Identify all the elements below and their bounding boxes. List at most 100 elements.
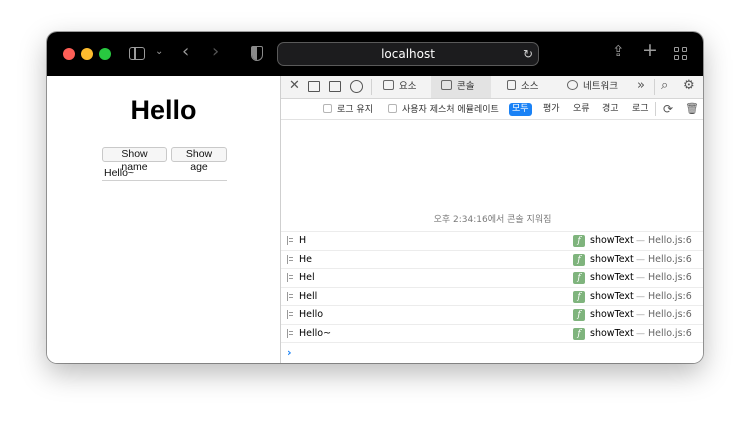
divider <box>654 79 655 95</box>
back-button[interactable]: ‹ <box>182 43 189 61</box>
new-tab-button[interactable]: + <box>642 41 658 60</box>
log-function-name[interactable]: showText <box>590 235 634 247</box>
console-log-row[interactable]: Hell f showText — Hello.js:6 <box>281 286 703 306</box>
log-message: He <box>299 253 312 265</box>
clear-console-cycle-icon[interactable]: ⟳ <box>663 102 673 116</box>
show-age-button[interactable]: Show age <box>171 147 227 173</box>
log-source-link[interactable]: Hello.js:6 <box>648 235 692 247</box>
console-log-row[interactable]: Hello f showText — Hello.js:6 <box>281 305 703 324</box>
elements-icon <box>383 80 394 90</box>
close-window-button[interactable] <box>63 48 75 60</box>
log-level-icon <box>287 291 293 301</box>
console-log-row-bottom-border <box>281 342 703 343</box>
log-message: Hello~ <box>299 327 332 339</box>
function-icon: f <box>573 253 585 266</box>
console-prompt-icon[interactable]: › <box>287 347 292 359</box>
tab-sources-label: 소스 <box>521 81 539 92</box>
chevron-down-icon[interactable]: ⌄ <box>155 47 163 57</box>
dock-bottom-icon[interactable] <box>308 81 320 92</box>
log-source-link[interactable]: Hello.js:6 <box>648 254 692 266</box>
log-level-icon <box>287 254 293 264</box>
log-level-icon <box>287 273 293 282</box>
page-heading: Hello <box>130 95 197 125</box>
address-bar[interactable]: localhost ↻ <box>277 42 539 66</box>
log-function-name[interactable]: showText <box>590 254 634 266</box>
web-inspector: ✕ 요소 콘솔 소스 네트워크 » ⌕ ⚙ 로그 유지 사용자 제스처 에뮬레이… <box>280 76 703 363</box>
function-icon: f <box>573 272 585 284</box>
sources-icon <box>507 80 516 90</box>
emulate-user-gesture-checkbox[interactable]: 사용자 제스처 에뮬레이트 <box>388 104 499 116</box>
detach-window-icon[interactable] <box>329 81 341 92</box>
console-log-row[interactable]: Hello~ f showText — Hello.js:6 <box>281 323 703 343</box>
filter-evaluations-button[interactable]: 평가 <box>540 103 563 116</box>
console-filter-bar: 로그 유지 사용자 제스처 에뮬레이트 모두 평가 오류 경고 로그 ⟳ 🗑 <box>281 99 703 120</box>
title-bar: ⌄ ‹ › localhost ↻ ⇪ + <box>47 32 703 76</box>
browser-window: ⌄ ‹ › localhost ↻ ⇪ + Hello Show name Sh… <box>47 32 703 363</box>
function-icon: f <box>573 290 585 303</box>
tab-console[interactable]: 콘솔 <box>431 76 491 98</box>
tab-console-label: 콘솔 <box>457 81 475 92</box>
tab-elements[interactable]: 요소 <box>377 76 429 98</box>
search-icon[interactable]: ⌕ <box>661 79 668 93</box>
filter-logs-button[interactable]: 로그 <box>629 103 652 116</box>
filter-warnings-button[interactable]: 경고 <box>599 103 622 116</box>
log-source-link[interactable]: Hello.js:6 <box>648 309 692 321</box>
filter-all-button[interactable]: 모두 <box>509 103 532 116</box>
sidebar-toggle-icon[interactable] <box>129 47 145 60</box>
console-log-row[interactable]: H f showText — Hello.js:6 <box>281 231 703 250</box>
log-level-icon <box>287 236 293 245</box>
log-message: Hello <box>299 309 324 320</box>
log-message: H <box>299 235 307 246</box>
zoom-window-button[interactable] <box>99 48 111 60</box>
divider <box>371 79 372 95</box>
tab-network[interactable]: 네트워크 <box>561 76 633 98</box>
divider <box>655 102 656 116</box>
log-level-icon <box>287 328 293 338</box>
log-source-link[interactable]: Hello.js:6 <box>648 328 692 340</box>
console-icon <box>441 80 452 90</box>
preserve-log-checkbox[interactable]: 로그 유지 <box>323 104 373 116</box>
log-separator: — <box>636 310 645 320</box>
settings-gear-icon[interactable]: ⚙ <box>683 79 695 93</box>
log-separator: — <box>636 328 645 339</box>
more-tabs-icon[interactable]: » <box>637 79 645 93</box>
close-inspector-icon[interactable]: ✕ <box>289 79 300 93</box>
network-icon <box>567 80 578 90</box>
log-separator: — <box>636 236 645 246</box>
log-message: Hell <box>299 290 318 302</box>
log-function-name[interactable]: showText <box>590 328 634 340</box>
minimize-window-button[interactable] <box>81 48 93 60</box>
url-text: localhost <box>381 47 435 61</box>
log-function-name[interactable]: showText <box>590 272 634 284</box>
log-function-name[interactable]: showText <box>590 291 634 303</box>
privacy-shield-icon[interactable] <box>251 46 263 61</box>
log-level-icon <box>287 310 293 319</box>
console-log-row[interactable]: Hel f showText — Hello.js:6 <box>281 268 703 287</box>
tab-sources[interactable]: 소스 <box>501 76 553 98</box>
trash-icon[interactable]: 🗑 <box>685 102 699 116</box>
share-icon[interactable]: ⇪ <box>612 44 625 59</box>
log-separator: — <box>636 254 645 265</box>
preserve-log-label: 로그 유지 <box>337 105 373 115</box>
filter-errors-button[interactable]: 오류 <box>570 103 593 116</box>
text-output-field[interactable]: Hello~ <box>102 166 227 181</box>
tab-elements-label: 요소 <box>399 81 417 92</box>
forward-button[interactable]: › <box>212 43 219 61</box>
checkbox-box[interactable] <box>388 104 397 113</box>
console-cleared-message: 오후 2:34:16에서 콘솔 지워짐 <box>433 215 552 225</box>
tab-overview-icon[interactable] <box>674 47 687 60</box>
emulate-user-gesture-label: 사용자 제스처 에뮬레이트 <box>402 105 499 115</box>
console-log-row[interactable]: He f showText — Hello.js:6 <box>281 249 703 269</box>
show-name-button[interactable]: Show name <box>102 147 167 173</box>
log-source-link[interactable]: Hello.js:6 <box>648 272 692 284</box>
function-icon: f <box>573 235 585 247</box>
inspector-tab-bar: ✕ 요소 콘솔 소스 네트워크 » ⌕ ⚙ <box>281 76 703 99</box>
element-picker-icon[interactable] <box>350 80 363 93</box>
log-separator: — <box>636 291 645 302</box>
checkbox-box[interactable] <box>323 104 332 113</box>
log-separator: — <box>636 273 645 283</box>
reload-icon[interactable]: ↻ <box>523 43 533 65</box>
log-function-name[interactable]: showText <box>590 309 634 321</box>
log-source-link[interactable]: Hello.js:6 <box>648 291 692 303</box>
web-page: Hello Show name Show age Hello~ <box>47 76 280 363</box>
